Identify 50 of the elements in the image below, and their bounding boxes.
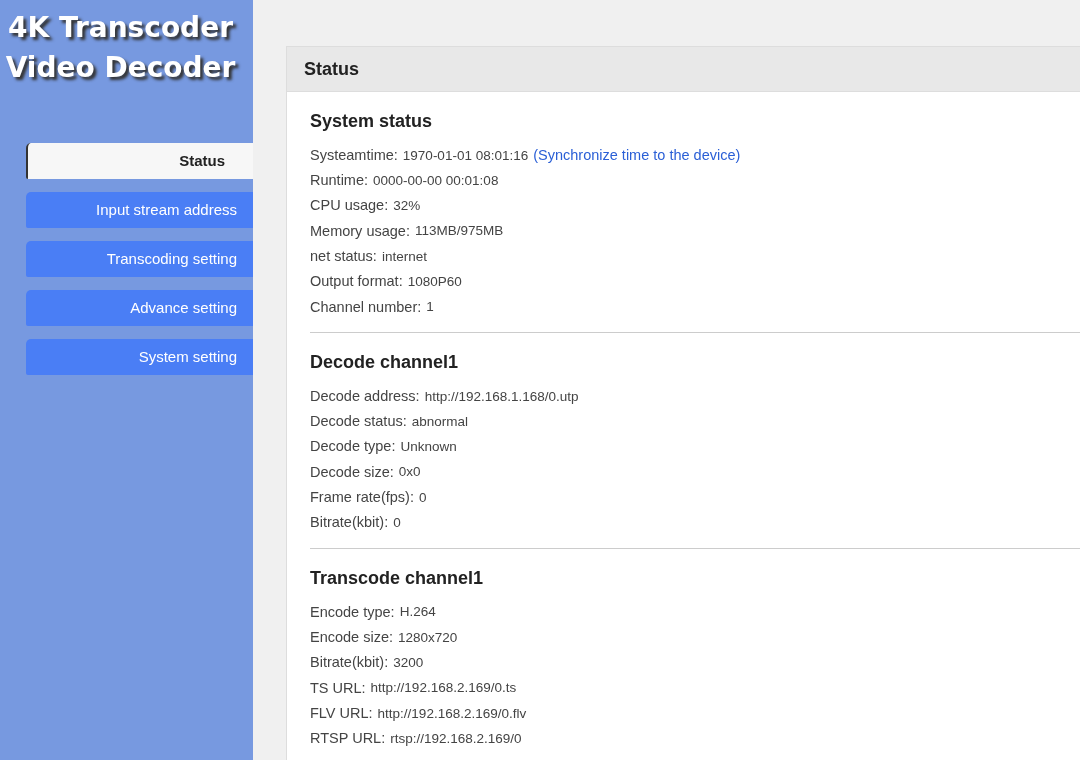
sync-time-link[interactable]: (Synchronize time to the device)	[533, 144, 741, 167]
field-value: http://192.168.2.169/0.ts	[370, 679, 517, 698]
field-label: Encode type:	[310, 602, 395, 622]
field-label: Bitrate(kbit):	[310, 513, 389, 533]
nav-item[interactable]: Transcoding setting	[26, 241, 253, 277]
logo-text: 4K Transcoder	[8, 10, 233, 46]
field-value: 1	[426, 298, 434, 317]
field-label: Systeamtime:	[310, 145, 398, 165]
section-heading: Transcode channel1	[310, 566, 485, 590]
field-value: http://192.168.1.168/0.utp	[424, 387, 579, 406]
field-value: rtsp://192.168.2.169/0	[390, 729, 522, 748]
field-label: Decode address:	[310, 386, 420, 406]
field-label: RTSP URL:	[310, 729, 386, 749]
field-label: Decode status:	[310, 412, 407, 432]
field-value: abnormal	[411, 412, 468, 431]
field-value: 0	[418, 488, 427, 507]
field-value: H.264	[399, 603, 436, 622]
field-label: Output format:	[310, 272, 403, 292]
field-value: 113MB/975MB	[414, 222, 504, 241]
logo-text: Video Decoder	[5, 50, 236, 86]
section-heading: System status	[310, 110, 434, 133]
field-label: TS URL:	[310, 678, 366, 698]
nav-item[interactable]: Input stream address	[26, 192, 253, 228]
field-label: Bitrate(kbit):	[310, 653, 389, 673]
section-heading: Decode channel1	[310, 351, 460, 375]
field-value: internet	[381, 247, 427, 266]
field-value: http://192.168.2.169/0.flv	[377, 704, 527, 723]
field-label: CPU usage:	[310, 196, 389, 216]
nav-item[interactable]: System setting	[26, 339, 253, 375]
field-label: Memory usage:	[310, 221, 410, 241]
field-value: 1280x720	[398, 628, 458, 647]
field-label: FLV URL:	[310, 703, 373, 723]
panel-title: Status	[304, 57, 359, 81]
field-label: Decode type:	[310, 437, 396, 457]
nav-item[interactable]: Advance setting	[26, 290, 253, 326]
field-value: 3200	[393, 653, 424, 672]
field-label: Decode size:	[310, 462, 394, 482]
field-label: Encode size:	[310, 627, 394, 647]
field-label: Frame rate(fps):	[310, 488, 414, 508]
nav-item[interactable]: Status	[26, 143, 253, 179]
field-value: 32%	[393, 197, 421, 216]
field-value: 0000-00-00 00:01:08	[373, 171, 499, 190]
field-value: 1970-01-01 08:01:16	[402, 146, 529, 165]
field-value: 0x0	[398, 463, 421, 482]
field-label: Channel number:	[310, 297, 422, 317]
field-value: Unknown	[400, 438, 457, 457]
field-label: net status:	[310, 246, 377, 266]
field-value: 0	[393, 514, 401, 533]
field-value: 1080P60	[407, 273, 462, 291]
field-label: Runtime:	[310, 171, 369, 191]
